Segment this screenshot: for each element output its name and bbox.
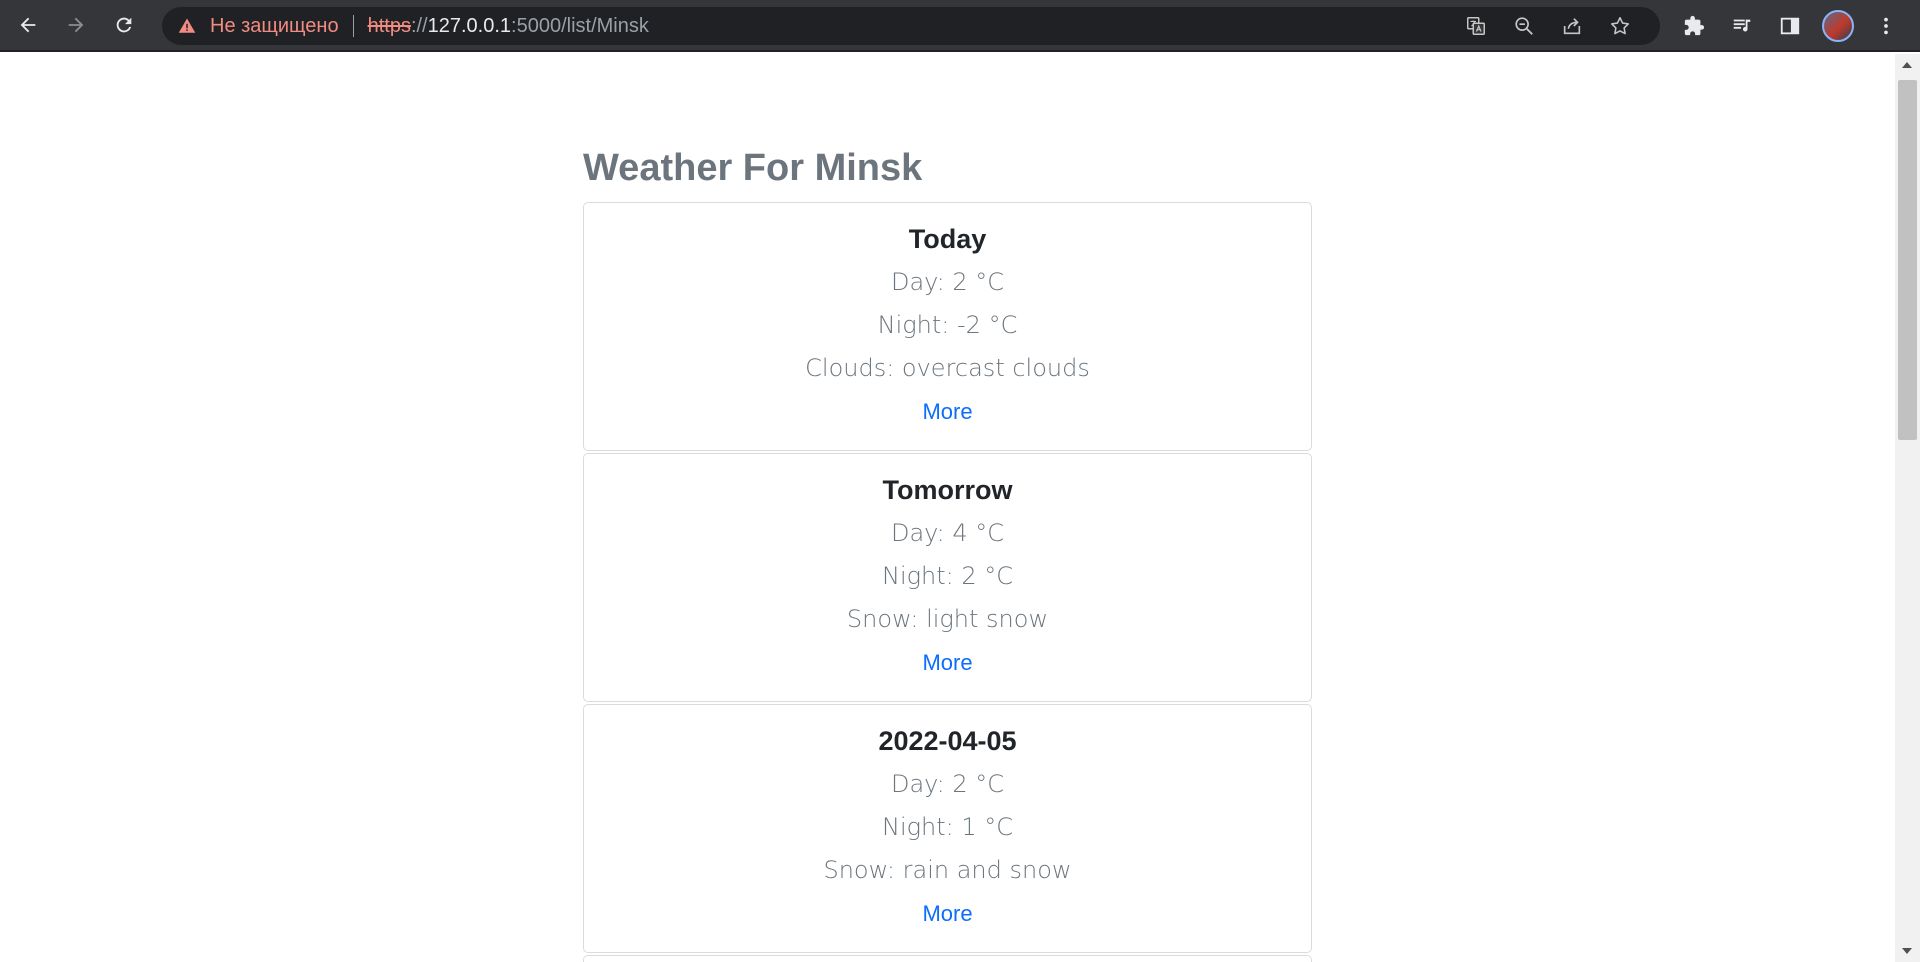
extensions-button[interactable] (1670, 6, 1718, 46)
browser-toolbar: Не защищено https://127.0.0.1:5000/list/… (0, 0, 1920, 52)
side-panel-button[interactable] (1766, 6, 1814, 46)
menu-icon (1884, 17, 1888, 35)
forecast-card: Today Day: 2 °C Night: -2 °C Clouds: ove… (583, 202, 1312, 451)
media-icon (1733, 19, 1751, 32)
forecast-card: 2022-04-05 Day: 2 °C Night: 1 °C Snow: r… (583, 704, 1312, 953)
bookmark-button[interactable] (1596, 7, 1644, 45)
scroll-thumb[interactable] (1898, 80, 1917, 440)
zoom-out-icon (1515, 17, 1533, 35)
extensions-icon (1684, 15, 1705, 36)
page-title: Weather For Minsk (583, 147, 923, 189)
reload-icon (116, 17, 132, 33)
scroll-down-arrow[interactable] (1902, 948, 1912, 954)
more-link[interactable]: More (922, 396, 972, 428)
night-temperature: Night: 1 °C (881, 813, 1013, 841)
url-scheme: https (367, 14, 411, 37)
url-path: :5000/list/Minsk (511, 14, 649, 37)
translate-icon (1467, 17, 1485, 35)
profile-button[interactable] (1814, 6, 1862, 46)
page-viewport: Weather For Minsk Today Day: 2 °C Night:… (0, 54, 1895, 962)
zoom-button[interactable] (1500, 7, 1548, 45)
side-panel-icon (1780, 17, 1800, 35)
url-separator: :// (410, 14, 428, 37)
weather-container: Weather For Minsk Today Day: 2 °C Night:… (583, 144, 1312, 962)
warning-icon[interactable] (178, 16, 198, 36)
address-bar[interactable]: Не защищено https://127.0.0.1:5000/list/… (162, 7, 1660, 45)
more-link[interactable]: More (922, 647, 972, 679)
url-host: 127.0.0.1 (427, 14, 512, 37)
back-icon (20, 17, 36, 33)
menu-button[interactable] (1862, 6, 1910, 46)
forward-icon (68, 17, 84, 33)
night-temperature: Night: -2 °C (877, 311, 1018, 339)
day-temperature: Day: 2 °C (890, 770, 1004, 798)
scroll-up-arrow[interactable] (1902, 62, 1912, 68)
security-status-label[interactable]: Не защищено (210, 15, 339, 38)
reload-button[interactable] (104, 5, 144, 45)
back-button[interactable] (8, 5, 48, 45)
forecast-card-partial (583, 955, 1312, 962)
omnibox-divider (352, 15, 354, 37)
weather-condition: Snow: rain and snow (823, 856, 1072, 884)
night-temperature: Night: 2 °C (881, 562, 1013, 590)
media-button[interactable] (1718, 6, 1766, 46)
forward-button[interactable] (56, 5, 96, 45)
toolbar-actions (1670, 6, 1910, 46)
weather-condition: Clouds: overcast clouds (805, 354, 1090, 382)
share-icon (1563, 18, 1581, 35)
star-icon (1610, 16, 1630, 35)
share-button[interactable] (1548, 7, 1596, 45)
forecast-day-title: 2022-04-05 (878, 726, 1017, 756)
omnibox-actions (1452, 7, 1644, 45)
translate-button[interactable] (1452, 7, 1500, 45)
weather-condition: Snow: light snow (846, 605, 1049, 633)
avatar (1822, 10, 1854, 42)
forecast-day-title: Tomorrow (882, 475, 1013, 505)
forecast-card: Tomorrow Day: 4 °C Night: 2 °C Snow: lig… (583, 453, 1312, 702)
url-text[interactable]: https://127.0.0.1:5000/list/Minsk (368, 15, 649, 38)
day-temperature: Day: 4 °C (890, 519, 1004, 547)
day-temperature: Day: 2 °C (890, 268, 1004, 296)
forecast-day-title: Today (908, 224, 987, 254)
more-link[interactable]: More (922, 898, 972, 930)
vertical-scrollbar[interactable] (1895, 54, 1920, 962)
